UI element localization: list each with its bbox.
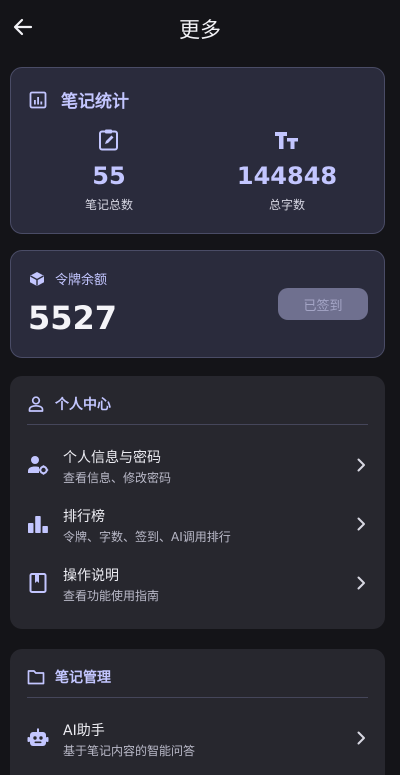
note-management-section: 笔记管理 AI助手 基于笔记内容的智能问答 [10,649,385,775]
section-divider [27,424,368,425]
list-item-title: 排行榜 [63,509,105,525]
list-item-subtitle: 查看功能使用指南 [63,589,160,603]
leaderboard-icon [28,516,48,533]
list-item-title: AI助手 [63,723,105,739]
list-item-subtitle: 令牌、字数、签到、AI调用排行 [63,530,231,544]
text-size-icon [275,132,298,149]
list-item-ai-assistant[interactable]: AI助手 基于笔记内容的智能问答 [10,714,385,764]
robot-icon [27,728,49,746]
chevron-right-icon [357,458,365,472]
token-cube-icon [30,271,44,286]
list-item-title: 操作说明 [63,568,119,584]
person-icon [28,396,44,412]
list-item-subtitle: 基于笔记内容的智能问答 [63,744,196,758]
page-title: 更多 [179,18,221,42]
section-divider [27,697,368,698]
notes-count-label: 笔记总数 [84,198,133,212]
edit-note-icon [99,129,118,151]
stats-chart-icon [29,91,47,108]
notes-count-stat: 55 笔记总数 [49,126,169,213]
chevron-right-icon [357,576,365,590]
notes-count-value: 55 [92,162,126,190]
list-item-title: 个人信息与密码 [63,450,161,466]
top-bar: 更多 [0,0,400,56]
list-item-subtitle: 查看信息、修改密码 [63,471,172,485]
personal-center-header: 个人中心 [27,394,111,414]
token-balance-header: 令牌余额 [29,269,107,288]
words-count-stat: 144848 总字数 [227,126,347,213]
guide-book-icon [29,573,47,593]
list-item-instructions[interactable]: 操作说明 查看功能使用指南 [10,559,385,609]
words-count-label: 总字数 [268,198,305,212]
folder-icon [27,670,45,685]
list-item-leaderboard[interactable]: 排行榜 令牌、字数、签到、AI调用排行 [10,500,385,550]
personal-center-title: 个人中心 [55,397,111,413]
token-balance-value: 5527 [28,299,118,337]
note-stats-card: 笔记统计 55 笔记总数 144848 总字数 [10,67,385,234]
chevron-right-icon [357,517,365,531]
list-item-profile-password[interactable]: 个人信息与密码 查看信息、修改密码 [10,441,385,491]
note-stats-header: 笔记统计 [29,87,129,112]
personal-center-section: 个人中心 个人信息与密码 查看信息、修改密码 排行榜 令牌、字数、签到、AI调用… [10,376,385,629]
words-count-value: 144848 [236,162,338,190]
checkin-button[interactable]: 已签到 [278,288,368,320]
note-management-title: 笔记管理 [55,670,111,686]
chevron-right-icon [357,731,365,745]
note-stats-title: 笔记统计 [61,92,129,112]
note-management-header: 笔记管理 [27,667,111,687]
token-balance-title: 令牌余额 [55,273,108,288]
user-settings-icon [28,456,49,475]
token-balance-card: 令牌余额 5527 已签到 [10,250,385,358]
